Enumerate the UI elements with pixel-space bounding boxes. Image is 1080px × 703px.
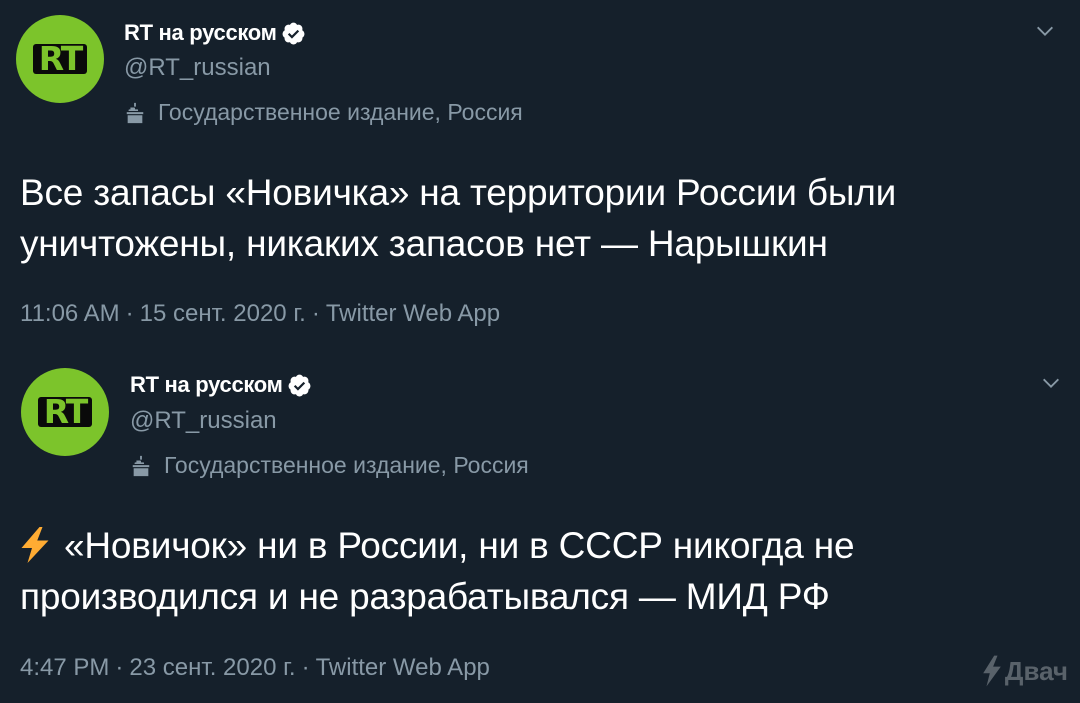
- account-handle[interactable]: @RT_russian: [130, 407, 277, 435]
- high-voltage-emoji-icon: [21, 527, 49, 563]
- tweet-text-line: производился и не разрабатывался — МИД Р…: [20, 576, 830, 617]
- meta-separator: ·: [125, 300, 134, 327]
- meta-separator: ·: [311, 300, 320, 327]
- account-avatar[interactable]: RT: [21, 368, 109, 456]
- chevron-down-icon[interactable]: [1040, 372, 1062, 394]
- tweet-time[interactable]: 11:06 AM: [20, 300, 120, 327]
- tweet-date[interactable]: 23 сент. 2020 г.: [129, 654, 295, 681]
- tweet-time[interactable]: 4:47 PM: [20, 654, 109, 681]
- account-handle[interactable]: @RT_russian: [124, 54, 271, 82]
- watermark: Двач: [981, 655, 1068, 687]
- name-row: RT на русском: [130, 370, 312, 400]
- label-text: Государственное издание, Россия: [158, 99, 523, 125]
- verified-badge-icon: [282, 22, 305, 44]
- tweet-text-content: «Новичок» ни в России, ни в СССР никогда…: [64, 525, 855, 566]
- verified-badge-icon: [288, 374, 311, 396]
- meta-separator: ·: [301, 654, 310, 681]
- tweet-text-line: «Новичок» ни в России, ни в СССР никогда…: [20, 520, 1060, 571]
- tweet-text-line: уничтожены, никаких запасов нет — Нарышк…: [20, 223, 828, 264]
- tweet-meta: 4:47 PM · 23 сент. 2020 г. · Twitter Web App: [20, 654, 490, 682]
- watermark-text: Двач: [1004, 655, 1068, 686]
- account-avatar[interactable]: RT: [16, 15, 104, 103]
- tweet-date[interactable]: 15 сент. 2020 г.: [140, 300, 306, 327]
- tweet-2: RT RT на русском @RT_russian Государстве…: [0, 352, 1080, 703]
- avatar-logo-text: RT: [37, 395, 93, 428]
- tweet-text: «Новичок» ни в России, ни в СССР никогда…: [20, 520, 1060, 622]
- lightning-icon: [983, 655, 1001, 687]
- state-affiliated-label[interactable]: Государственное издание, Россия: [130, 452, 529, 479]
- label-text: Государственное издание, Россия: [164, 452, 529, 478]
- tweet-text-line: Все запасы «Новичка» на территории Росси…: [20, 172, 897, 213]
- avatar-logo-text: RT: [32, 42, 88, 75]
- meta-separator: ·: [115, 654, 124, 681]
- display-name[interactable]: RT на русском: [130, 372, 283, 398]
- tweet-1: RT RT на русском @RT_russian Государстве…: [0, 0, 1080, 352]
- podium-icon: [132, 455, 150, 476]
- display-name[interactable]: RT на русском: [124, 20, 277, 46]
- state-affiliated-label[interactable]: Государственное издание, Россия: [124, 99, 523, 126]
- tweet-source[interactable]: Twitter Web App: [316, 654, 490, 681]
- name-row: RT на русском: [124, 18, 306, 48]
- tweet-source[interactable]: Twitter Web App: [326, 300, 500, 327]
- chevron-down-icon[interactable]: [1034, 20, 1056, 42]
- tweet-meta: 11:06 AM · 15 сент. 2020 г. · Twitter Web Ap…: [20, 300, 500, 328]
- podium-icon: [126, 102, 144, 123]
- tweet-text: Все запасы «Новичка» на территории Росси…: [20, 167, 1060, 269]
